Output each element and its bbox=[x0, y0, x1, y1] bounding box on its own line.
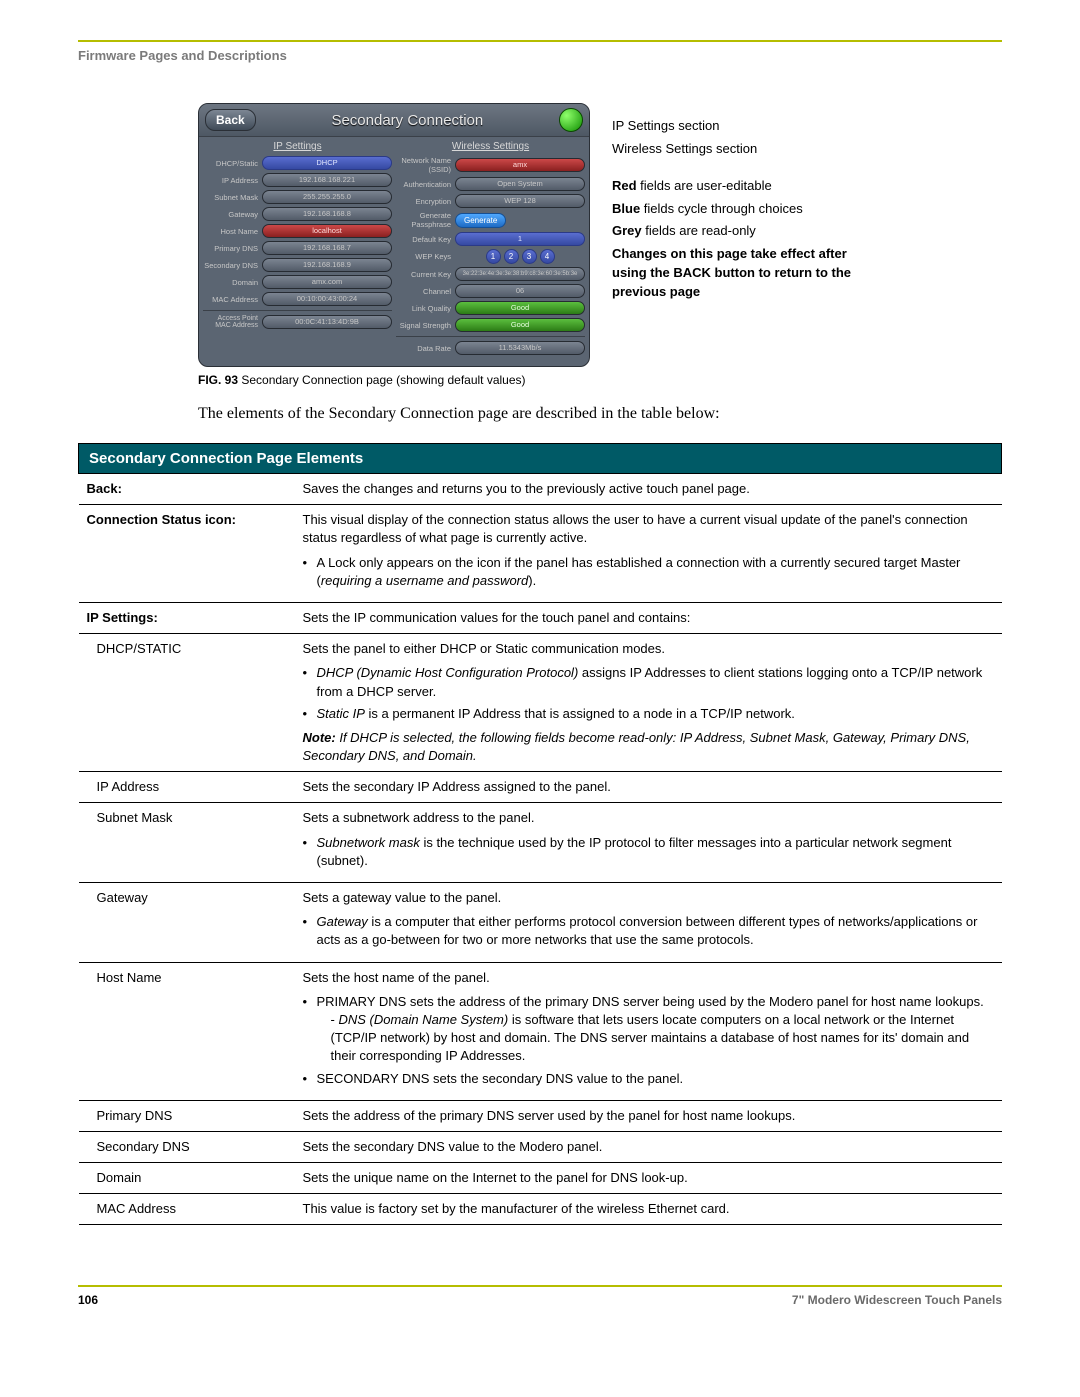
desc-dhcpstatic: Sets the panel to either DHCP or Static … bbox=[295, 634, 1002, 772]
lbl-ss: Signal Strength bbox=[396, 321, 451, 330]
desc-primarydns: Sets the address of the primary DNS serv… bbox=[295, 1100, 1002, 1131]
lbl-domain: Domain bbox=[79, 1163, 295, 1194]
desc-ipaddress: Sets the secondary IP Address assigned t… bbox=[295, 772, 1002, 803]
lbl-lq: Link Quality bbox=[396, 304, 451, 313]
lbl-ipsettings: IP Settings: bbox=[79, 602, 295, 633]
field-lq: Good bbox=[455, 301, 585, 315]
lbl-ipaddress: IP Address bbox=[79, 772, 295, 803]
callout-wireless: Wireless Settings section bbox=[612, 140, 872, 159]
lbl-primarydns: Primary DNS bbox=[79, 1100, 295, 1131]
figure-area: Back Secondary Connection IP Settings DH… bbox=[198, 103, 1002, 367]
panel-title: Secondary Connection bbox=[256, 112, 559, 129]
lbl-ssid: Network Name (SSID) bbox=[396, 156, 451, 174]
lbl-curk: Current Key bbox=[396, 270, 451, 279]
field-ip: 192.168.168.221 bbox=[262, 173, 392, 187]
elements-table: Secondary Connection Page Elements Back:… bbox=[78, 443, 1002, 1225]
lbl-dhcpstatic: DHCP/STATIC bbox=[79, 634, 295, 772]
lbl-pdns: Primary DNS bbox=[203, 244, 258, 253]
field-gw: 192.168.168.8 bbox=[262, 207, 392, 221]
top-rule bbox=[78, 40, 1002, 42]
desc-hostname: Sets the host name of the panel. PRIMARY… bbox=[295, 962, 1002, 1100]
doc-title: 7" Modero Widescreen Touch Panels bbox=[792, 1293, 1002, 1307]
desc-back: Saves the changes and returns you to the… bbox=[295, 474, 1002, 505]
lbl-dkey: Default Key bbox=[396, 235, 451, 244]
touchpanel-screenshot: Back Secondary Connection IP Settings DH… bbox=[198, 103, 590, 367]
change-note: Changes on this page take effect after u… bbox=[612, 245, 872, 302]
section-header: Firmware Pages and Descriptions bbox=[78, 48, 1002, 63]
callout-ip: IP Settings section bbox=[612, 117, 872, 136]
lbl-ap: Access Point MAC Address bbox=[203, 315, 258, 329]
wep-keys[interactable]: 1234 bbox=[455, 249, 585, 264]
page-number: 106 bbox=[78, 1293, 98, 1307]
lbl-macaddress: MAC Address bbox=[79, 1194, 295, 1225]
field-pdns: 192.168.168.7 bbox=[262, 241, 392, 255]
lbl-csi: Connection Status icon: bbox=[79, 505, 295, 603]
lbl-sm: Subnet Mask bbox=[203, 193, 258, 202]
figure-caption: FIG. 93 Secondary Connection page (showi… bbox=[198, 373, 1002, 387]
document-page: Firmware Pages and Descriptions Back Sec… bbox=[0, 0, 1080, 1337]
desc-csi: This visual display of the connection st… bbox=[295, 505, 1002, 603]
field-auth: Open System bbox=[455, 177, 585, 191]
field-curk: 3e:22:3e:4e:3e:3e:38:b9:c8:3e:60:3e:5b:3… bbox=[455, 267, 585, 281]
field-ap: 00:0C:41:13:4D:9B bbox=[262, 315, 392, 329]
field-sdns: 192.168.168.9 bbox=[262, 258, 392, 272]
back-button[interactable]: Back bbox=[205, 109, 256, 131]
lbl-secondarydns: Secondary DNS bbox=[79, 1131, 295, 1162]
field-mac: 00:10:00:43:00:24 bbox=[262, 292, 392, 306]
lbl-back: Back: bbox=[79, 474, 295, 505]
lbl-hostname: Host Name bbox=[79, 962, 295, 1100]
lbl-enc: Encryption bbox=[396, 197, 451, 206]
field-ss: Good bbox=[455, 318, 585, 332]
field-legend: Red fields are user-editable Blue fields… bbox=[612, 177, 872, 242]
lbl-wepk: WEP Keys bbox=[396, 252, 451, 261]
lbl-gateway: Gateway bbox=[79, 883, 295, 963]
page-footer: 106 7" Modero Widescreen Touch Panels bbox=[78, 1285, 1002, 1307]
wireless-settings-column: Wireless Settings Network Name (SSID) amx… bbox=[396, 141, 585, 358]
field-enc: WEP 128 bbox=[455, 194, 585, 208]
lbl-gw: Gateway bbox=[203, 210, 258, 219]
desc-ipsettings: Sets the IP communication values for the… bbox=[295, 602, 1002, 633]
callouts: IP Settings section Wireless Settings se… bbox=[612, 103, 872, 306]
desc-secondarydns: Sets the secondary DNS value to the Mode… bbox=[295, 1131, 1002, 1162]
lbl-ip: IP Address bbox=[203, 176, 258, 185]
ip-settings-header: IP Settings bbox=[203, 141, 392, 152]
field-dkey[interactable]: 1 bbox=[455, 232, 585, 246]
lbl-dom: Domain bbox=[203, 278, 258, 287]
lbl-sdns: Secondary DNS bbox=[203, 261, 258, 270]
field-dr: 11.5343Mb/s bbox=[455, 341, 585, 355]
field-dhcp[interactable]: DHCP bbox=[262, 156, 392, 170]
desc-macaddress: This value is factory set by the manufac… bbox=[295, 1194, 1002, 1225]
lbl-gen: Generate Passphrase bbox=[396, 211, 451, 229]
ip-settings-column: IP Settings DHCP/Static DHCP IP Address 19… bbox=[203, 141, 392, 358]
intro-text: The elements of the Secondary Connection… bbox=[198, 405, 1002, 423]
wireless-settings-header: Wireless Settings bbox=[396, 141, 585, 152]
field-chan: 06 bbox=[455, 284, 585, 298]
desc-subnet: Sets a subnetwork address to the panel. … bbox=[295, 803, 1002, 883]
generate-button[interactable]: Generate bbox=[455, 213, 506, 228]
field-sm: 255.255.255.0 bbox=[262, 190, 392, 204]
desc-domain: Sets the unique name on the Internet to … bbox=[295, 1163, 1002, 1194]
table-head: Secondary Connection Page Elements bbox=[79, 444, 1002, 474]
lbl-dhcp: DHCP/Static bbox=[203, 159, 258, 168]
field-dom: amx.com bbox=[262, 275, 392, 289]
field-ssid[interactable]: amx bbox=[455, 158, 585, 172]
field-hn[interactable]: localhost bbox=[262, 224, 392, 238]
lbl-dr: Data Rate bbox=[396, 344, 451, 353]
lbl-mac: MAC Address bbox=[203, 295, 258, 304]
desc-gateway: Sets a gateway value to the panel. Gatew… bbox=[295, 883, 1002, 963]
lbl-subnet: Subnet Mask bbox=[79, 803, 295, 883]
lbl-chan: Channel bbox=[396, 287, 451, 296]
lbl-auth: Authentication bbox=[396, 180, 451, 189]
lbl-hn: Host Name bbox=[203, 227, 258, 236]
connection-status-icon bbox=[559, 108, 583, 132]
